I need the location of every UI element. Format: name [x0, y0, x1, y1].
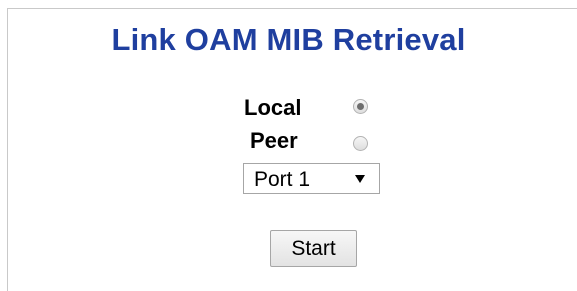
local-label: Local: [244, 95, 302, 120]
radio-selected-dot: [357, 103, 364, 110]
local-radio[interactable]: [353, 99, 368, 114]
port-select[interactable]: Port 1: [243, 163, 380, 194]
dropdown-arrow-icon: [355, 175, 365, 183]
peer-radio[interactable]: [353, 136, 368, 151]
peer-label: Peer: [250, 128, 298, 153]
port-select-value: Port 1: [254, 168, 311, 191]
start-button[interactable]: Start: [270, 230, 357, 267]
mib-retrieval-form: Local Peer Port 1 Start: [0, 0, 577, 291]
